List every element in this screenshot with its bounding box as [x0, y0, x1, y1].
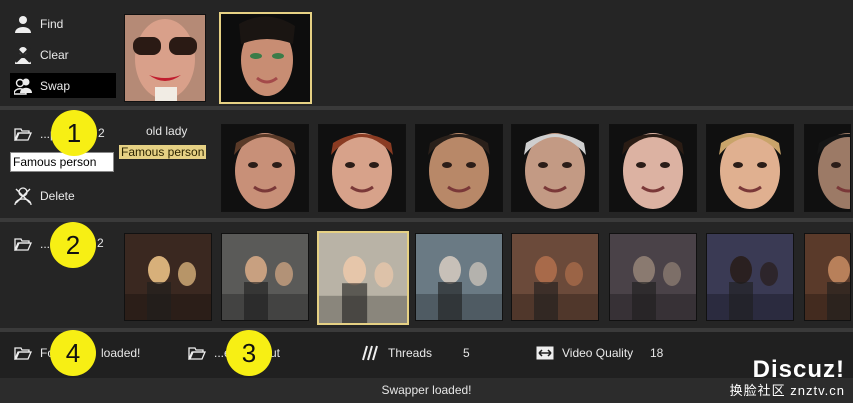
video-quality-control[interactable]: Video Quality: [536, 344, 633, 362]
media-image: [707, 234, 793, 320]
video-quality-value[interactable]: 18: [650, 346, 663, 360]
media-image: [512, 234, 598, 320]
media-thumbnail[interactable]: [415, 233, 503, 321]
media-image: [319, 233, 407, 323]
face-image: [707, 125, 793, 211]
status-text: Swapper loaded!: [381, 383, 472, 397]
threads-control[interactable]: Threads: [362, 344, 432, 362]
embedding-face-thumbnail[interactable]: [609, 124, 697, 212]
media-thumbnail[interactable]: [609, 233, 697, 321]
faces-count: 2: [98, 126, 105, 140]
media-thumbnail[interactable]: [221, 233, 309, 321]
threads-value[interactable]: 5: [463, 346, 470, 360]
source-face-thumbnail[interactable]: [124, 14, 206, 102]
clear-person-icon: [15, 47, 31, 64]
source-face-thumbnail-selected[interactable]: [219, 12, 312, 104]
face-image: [221, 14, 310, 102]
embedding-face-thumbnail[interactable]: [706, 124, 794, 212]
tag-old-lady[interactable]: old lady: [146, 124, 187, 138]
media-thumbnail[interactable]: [804, 233, 851, 321]
delete-person-icon: [14, 187, 32, 205]
folder-open-icon: [14, 128, 32, 141]
media-thumbnail[interactable]: [124, 233, 212, 321]
media-image: [416, 234, 502, 320]
embedding-face-thumbnail[interactable]: [221, 124, 309, 212]
embedding-face-thumbnail[interactable]: [511, 124, 599, 212]
threads-label: Threads: [388, 346, 433, 360]
tag-famous-person[interactable]: Famous person: [119, 145, 207, 159]
folder-button[interactable]: Fo: [14, 344, 54, 362]
media-image: [805, 234, 850, 320]
face-image: [416, 125, 502, 211]
embedding-face-thumbnail[interactable]: [415, 124, 503, 212]
folder-status: loaded!: [101, 346, 141, 360]
media-image: [222, 234, 308, 320]
video-quality-label: Video Quality: [562, 346, 634, 360]
swap-label: Swap: [40, 78, 71, 93]
face-image: [512, 125, 598, 211]
find-label: Find: [40, 17, 64, 31]
face-image: [805, 125, 850, 211]
callout-3: 3: [226, 330, 272, 376]
threads-icon: [362, 345, 378, 361]
face-name-input[interactable]: [10, 152, 114, 172]
delete-button[interactable]: Delete: [14, 186, 75, 206]
folder-open-icon: [14, 347, 32, 360]
media-thumbnail[interactable]: [511, 233, 599, 321]
callout-2: 2: [50, 222, 96, 268]
callout-4: 4: [50, 330, 96, 376]
output-folder-button[interactable]: ...e: [188, 344, 231, 362]
media-image: [125, 234, 211, 320]
clear-label: Clear: [40, 48, 69, 62]
person-icon: [15, 16, 31, 33]
swap-persons-icon: [14, 78, 32, 95]
face-image: [319, 125, 405, 211]
face-image: [125, 15, 205, 101]
callout-1: 1: [51, 110, 97, 156]
embedding-face-thumbnail[interactable]: [804, 124, 851, 212]
swap-button[interactable]: Swap: [10, 73, 116, 98]
find-button[interactable]: Find: [14, 14, 63, 34]
face-image: [610, 125, 696, 211]
clear-button[interactable]: Clear: [14, 45, 69, 65]
media-image: [610, 234, 696, 320]
folder-open-icon: [188, 347, 206, 360]
status-bar: Swapper loaded!: [0, 378, 853, 403]
delete-label: Delete: [40, 189, 75, 203]
media-thumbnail-selected[interactable]: [317, 231, 409, 325]
watermark: Discuz! 换脸社区 znztv.cn: [730, 356, 845, 399]
watermark-sub: 换脸社区 znztv.cn: [729, 383, 845, 398]
media-count: 2: [97, 236, 104, 250]
folder-open-icon: [14, 238, 32, 251]
face-image: [222, 125, 308, 211]
resize-arrows-icon: [536, 346, 554, 360]
embedding-face-thumbnail[interactable]: [318, 124, 406, 212]
media-thumbnail[interactable]: [706, 233, 794, 321]
